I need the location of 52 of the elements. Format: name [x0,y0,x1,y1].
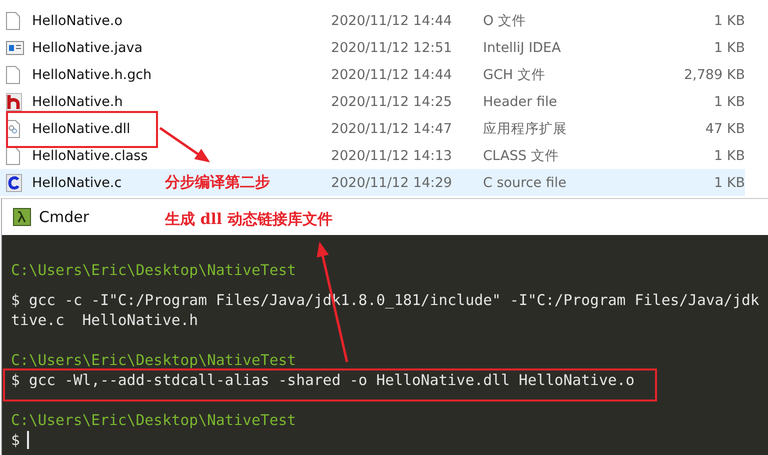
console-line: $ gcc -Wl,--add-stdcall-alias -shared -o HelloNative.dll HelloNative.o [11,372,635,388]
file-name: HelloNative.java [32,40,143,56]
file-type: Header file [483,94,558,110]
file-name: HelloNative.dll [32,120,130,136]
file-name: HelloNative.class [32,148,148,164]
file-date: 2020/11/12 14:47 [331,120,454,136]
prompt-sign: $ [11,432,20,448]
window-title: Cmder [39,208,90,226]
file-type: IntelliJ IDEA [483,40,562,56]
file-row[interactable]: HelloNative.h 2020/11/12 14:25 Header file 1 KB [0,88,745,115]
file-type: GCH 文件 [483,66,546,84]
file-type: O 文件 [483,12,527,30]
file-date: 2020/11/12 14:13 [331,148,454,164]
file-row[interactable]: HelloNative.java 2020/11/12 12:51 IntelliJ IDEA 1 KB [0,34,745,61]
file-name: HelloNative.o [32,12,122,28]
file-date: 2020/11/12 14:29 [331,174,454,190]
file-date: 2020/11/12 14:44 [331,66,454,82]
file-size: 1 KB [713,94,745,110]
file-row[interactable]: HelloNative.o 2020/11/12 14:44 O 文件 1 KB [0,7,745,34]
file-icon [6,146,20,164]
file-date: 2020/11/12 14:25 [331,94,454,110]
file-name: HelloNative.h [32,94,123,110]
arrow [159,126,210,162]
file-row[interactable]: HelloNative.class 2020/11/12 14:13 CLASS 文件 1 KB [0,142,745,169]
file-size: 2,789 KB [682,66,745,82]
lambda-icon [13,208,31,226]
c-file-icon [6,174,22,192]
window-icon [6,40,24,54]
prompt-path: C:\Users\Eric\Desktop\NativeTest [11,262,296,278]
header-file-icon [6,92,22,110]
file-icon [6,12,20,30]
prompt-path: C:\Users\Eric\Desktop\NativeTest [11,412,296,428]
file-size: 1 KB [713,148,745,164]
file-size: 47 KB [704,120,745,136]
text-cursor [26,431,29,449]
file-type: 应用程序扩展 [483,120,568,138]
file-type: C source file [483,174,568,190]
file-row[interactable]: HelloNative.h.gch 2020/11/12 14:44 GCH 文件 2,789 KB [0,61,745,88]
file-type: CLASS 文件 [483,146,560,164]
file-date: 2020/11/12 14:44 [331,12,454,28]
file-name: HelloNative.h.gch [32,66,152,82]
annotation-text: 分步编译第二步 [165,173,270,192]
file-size: 1 KB [713,40,745,56]
file-size: 1 KB [713,174,745,190]
file-icon [6,66,20,84]
file-row[interactable]: HelloNative.dll 2020/11/12 14:47 应用程序扩展 47 KB [0,115,745,142]
file-name: HelloNative.c [32,174,122,190]
prompt-path: C:\Users\Eric\Desktop\NativeTest [11,352,296,368]
file-date: 2020/11/12 12:51 [331,40,454,56]
console-line: tive.c HelloNative.h [11,312,198,328]
annotation-text: 生成 dll 动态链接库文件 [165,210,332,229]
file-size: 1 KB [713,12,745,28]
